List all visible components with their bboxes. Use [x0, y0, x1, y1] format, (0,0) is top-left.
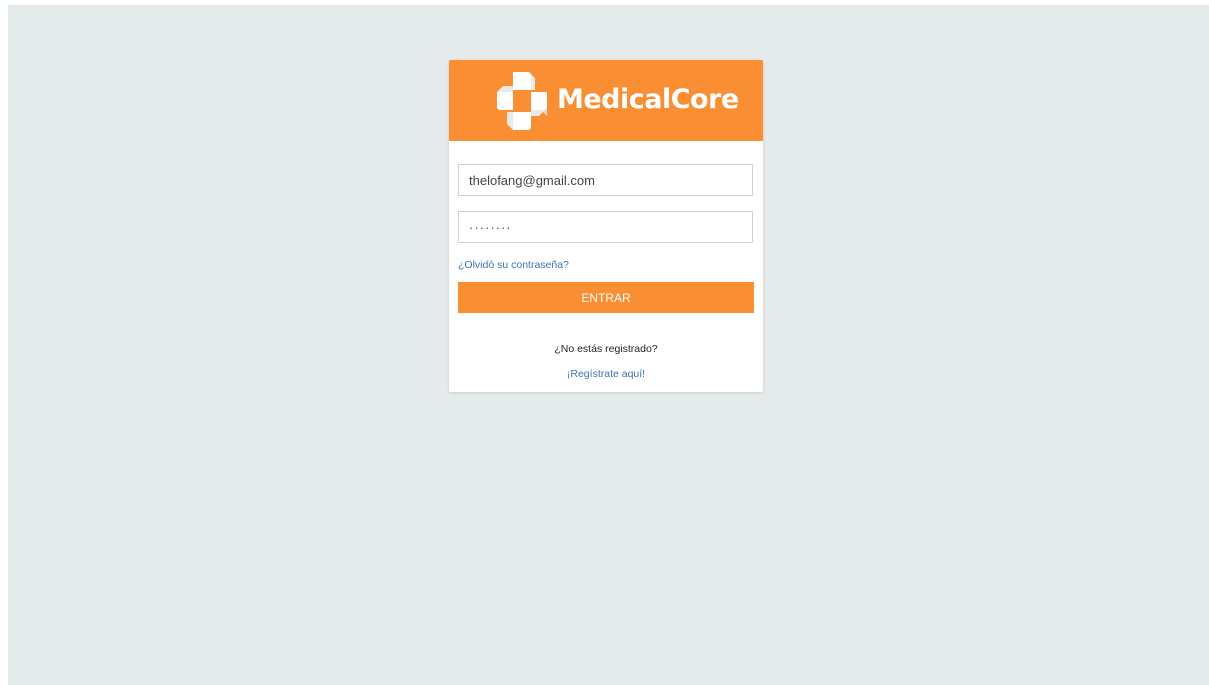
not-registered-text: ¿No estás registrado? [554, 343, 658, 355]
brand-header: MedicalCore [449, 60, 763, 141]
brand-logo-text: MedicalCore [557, 84, 739, 115]
enter-button[interactable]: ENTRAR [458, 282, 754, 313]
password-field[interactable] [458, 211, 753, 243]
email-field[interactable] [458, 164, 753, 196]
medical-cross-icon [497, 72, 547, 130]
login-card: MedicalCore ¿Olvidó su contraseña? ENTRA… [449, 60, 763, 392]
register-link[interactable]: ¡Regístrate aquí! [449, 368, 763, 380]
forgot-password-link[interactable]: ¿Olvidó su contraseña? [458, 259, 569, 271]
